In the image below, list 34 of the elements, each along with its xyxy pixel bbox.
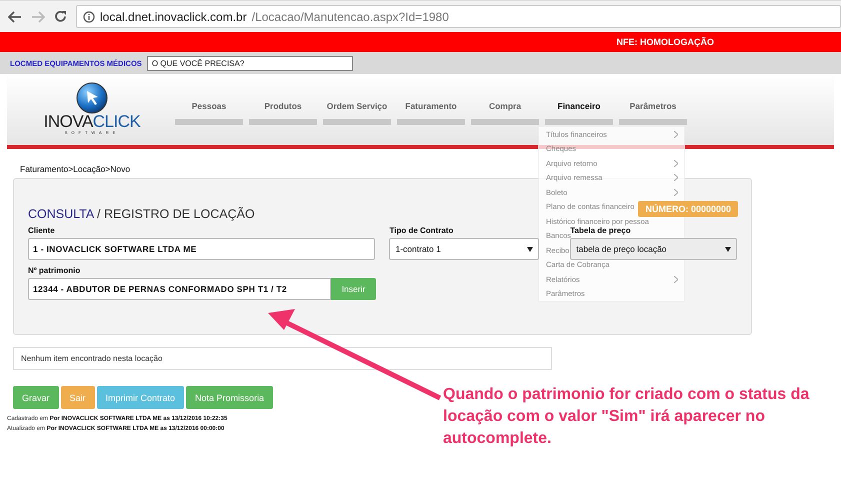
logo-wordmark: INOVACLICK [44,114,140,130]
nav-menu-item[interactable]: Compra [471,101,539,125]
back-icon[interactable] [8,10,22,22]
reload-icon[interactable] [54,10,67,23]
address-bar[interactable]: local.dnet.inovaclick.com.br /Locacao/Manutencao.aspx?Id=1980 [76,5,841,28]
form-title: CONSULTA / REGISTRO DE LOCAÇÃO [28,207,255,221]
caret-icon [725,246,732,252]
chevron-icon [674,276,678,283]
chevron-icon [674,130,678,138]
search-field[interactable]: O QUE VOCÊ PRECISA? [146,56,353,70]
field-label: Cliente [28,226,56,235]
action-button[interactable]: Gravar [13,386,59,409]
field-label: Tabela de preço [570,226,632,235]
action-button[interactable]: Imprimir Contrato [96,386,184,409]
nav-menu-item[interactable]: Faturamento [397,101,465,125]
client-field[interactable]: 1 - INOVACLICK SOFTWARE LTDA ME [28,238,376,260]
action-button[interactable]: Nota Promissoria [186,386,274,409]
nav-menu-item[interactable]: Ordem Serviço [323,101,391,125]
insert-button[interactable]: Inserir [331,278,376,300]
field-label: Nº patrimonio [28,266,82,275]
action-button[interactable]: Sair [60,386,95,409]
nav-menu-item[interactable]: Pessoas [175,101,243,125]
contract-type-select[interactable]: 1-contrato 1 [389,238,540,260]
environment-label: NFE: HOMOLOGAÇÃO [616,37,714,47]
info-icon [83,10,95,22]
nav-menu-item[interactable]: Produtos [249,101,317,125]
cursor-globe-icon [76,82,108,114]
annotation-text: Quando o patrimonio for criado com o status da locação com o valor "Sim" irá aparecer no autocomplete. [443,385,810,449]
price-table-select[interactable]: tabela de preço locação [570,238,738,260]
number-badge: NÚMERO: 00000000 [638,201,738,217]
caret-icon [527,246,534,252]
field-label: Tipo de Contrato [389,226,454,235]
items-message: Nenhum item encontrado nesta locação [13,347,552,370]
asset-field[interactable]: 12344 - ABDUTOR DE PERNAS CONFORMADO SPH T1 / T2 [28,278,331,300]
